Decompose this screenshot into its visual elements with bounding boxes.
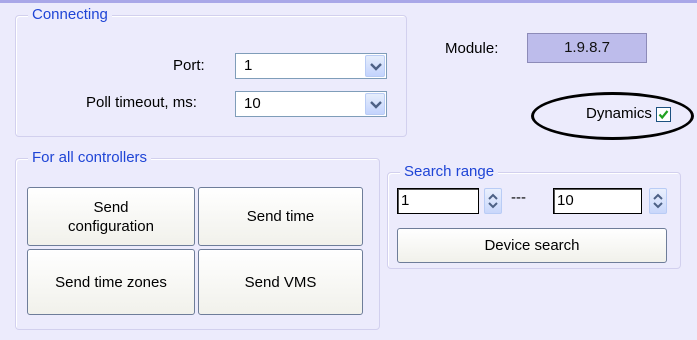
- search-range-group-title: Search range: [400, 162, 499, 182]
- send-vms-button[interactable]: Send VMS: [198, 249, 363, 315]
- send-vms-label: Send VMS: [244, 273, 317, 291]
- range-from-value: 1: [401, 192, 410, 209]
- poll-timeout-value: 10: [244, 95, 261, 112]
- poll-timeout-dropdown-button[interactable]: [365, 93, 385, 115]
- poll-timeout-select[interactable]: 10: [235, 91, 387, 117]
- dynamics-checkbox[interactable]: [656, 107, 671, 122]
- range-to-input[interactable]: 10: [553, 188, 642, 214]
- module-label: Module:: [445, 40, 499, 57]
- send-time-button[interactable]: Send time: [198, 187, 363, 246]
- dynamics-label: Dynamics: [586, 105, 652, 122]
- range-to-value: 10: [557, 192, 574, 209]
- send-time-zones-button[interactable]: Send time zones: [27, 249, 195, 315]
- range-to-spinner[interactable]: [649, 188, 667, 214]
- send-time-label: Send time: [246, 208, 315, 225]
- port-dropdown-button[interactable]: [365, 55, 385, 77]
- module-version-field: 1.9.8.7: [527, 33, 647, 63]
- port-select[interactable]: 1: [235, 53, 387, 79]
- send-configuration-label: Send configuration: [68, 198, 154, 235]
- send-time-zones-label: Send time zones: [55, 273, 167, 291]
- send-configuration-button[interactable]: Send configuration: [27, 187, 195, 246]
- chevron-down-icon: [370, 101, 382, 109]
- chevron-down-icon: [370, 63, 382, 71]
- window-top-edge: [0, 0, 697, 3]
- range-separator: ---: [511, 189, 526, 206]
- checkmark-icon: [658, 110, 669, 120]
- port-label: Port:: [173, 57, 205, 74]
- poll-timeout-label: Poll timeout, ms:: [86, 94, 197, 111]
- device-search-button[interactable]: Device search: [397, 228, 667, 263]
- range-from-input[interactable]: 1: [397, 188, 479, 214]
- controllers-group-title: For all controllers: [28, 148, 152, 168]
- port-value: 1: [244, 57, 253, 74]
- range-from-spinner[interactable]: [484, 188, 502, 214]
- up-down-arrows-icon: [488, 193, 498, 209]
- connecting-group-title: Connecting: [28, 5, 112, 25]
- up-down-arrows-icon: [653, 193, 663, 209]
- device-search-label: Device search: [484, 237, 580, 254]
